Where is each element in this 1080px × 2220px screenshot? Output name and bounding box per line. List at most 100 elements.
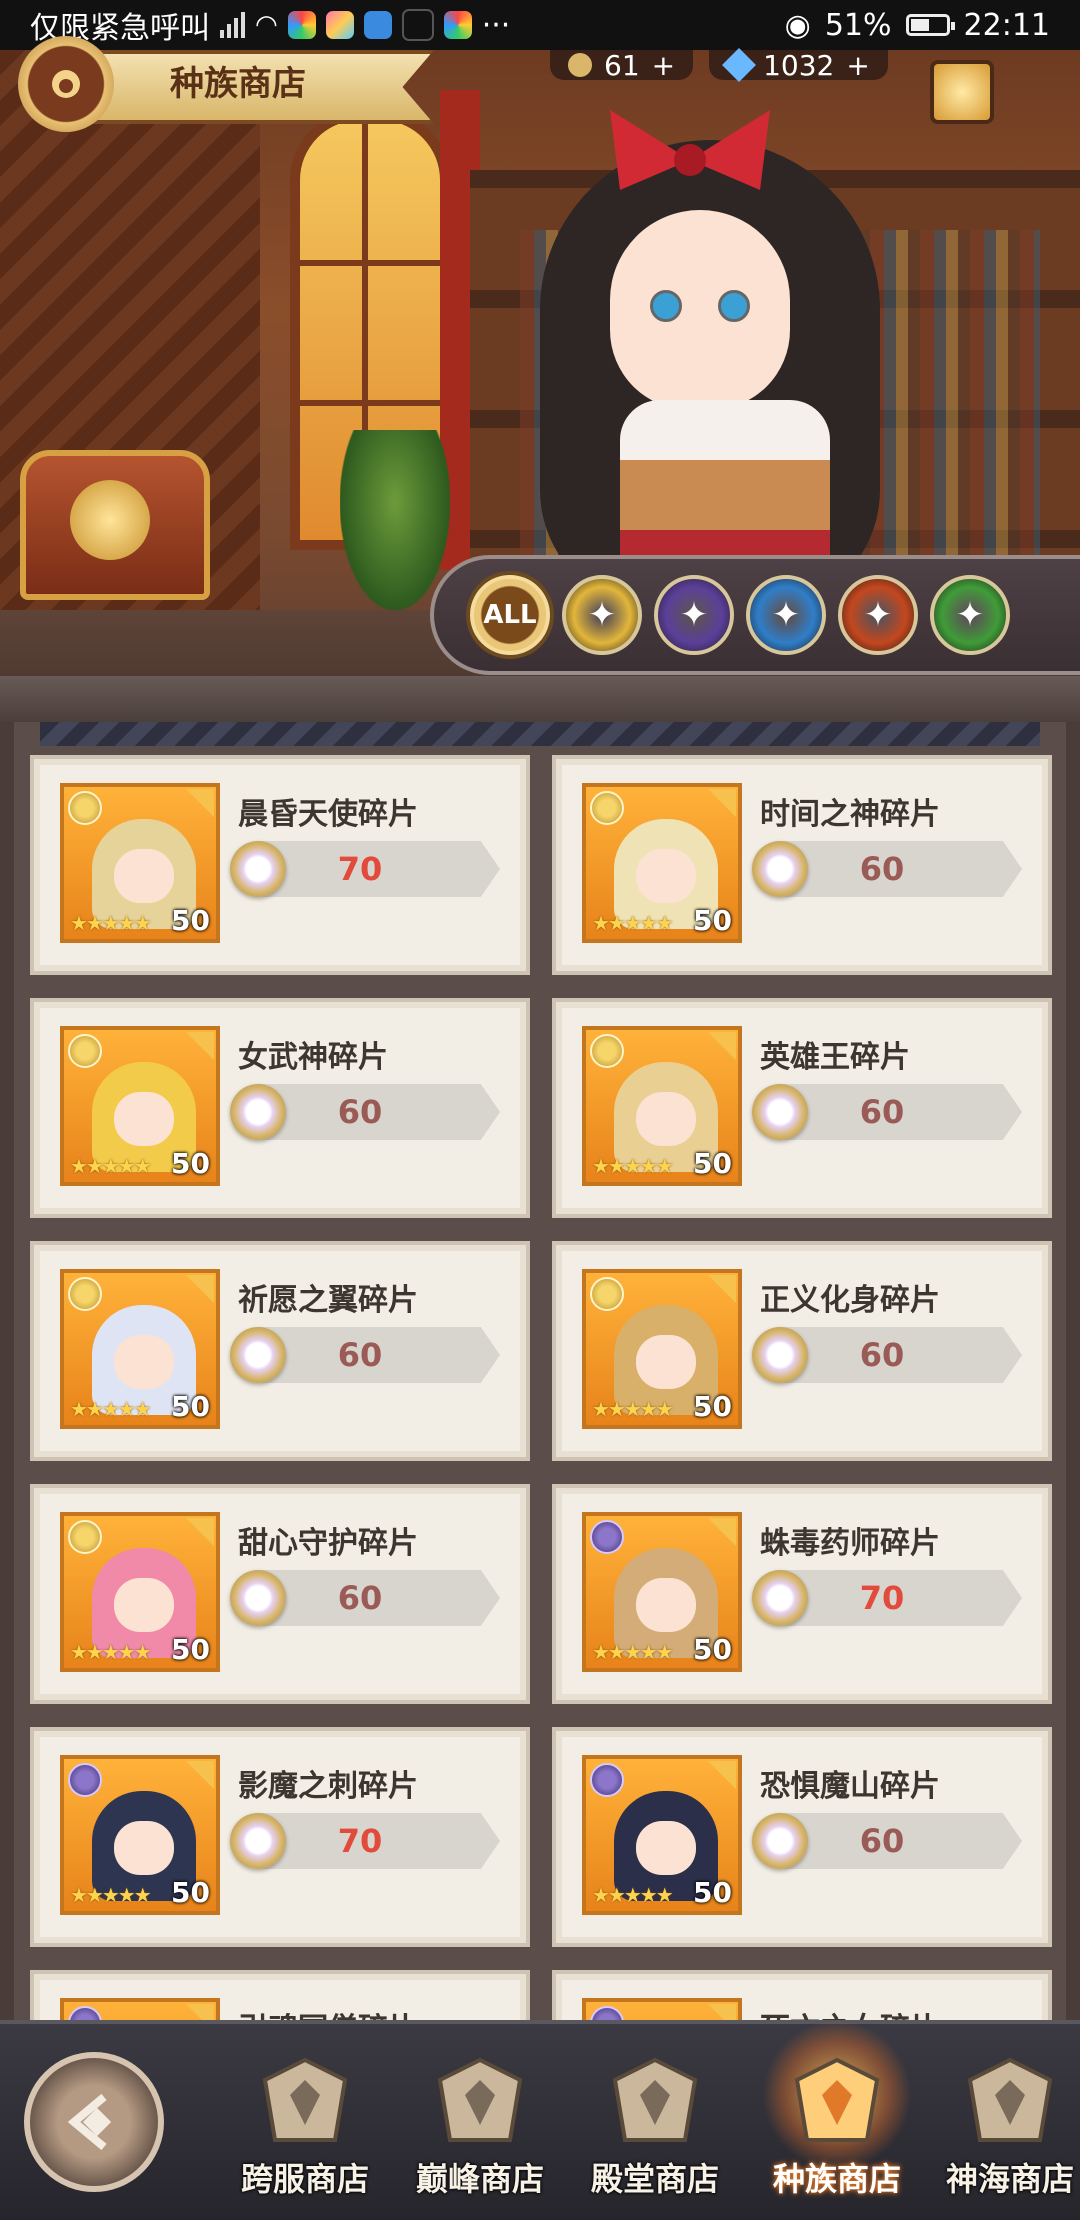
corner-tag-icon (186, 789, 214, 817)
hero-portrait: ★★★★★ 50 (582, 1755, 742, 1915)
hero-face (636, 1092, 696, 1146)
all-filter-label: ALL (483, 600, 537, 630)
shop-item-card[interactable]: ★★★★★ 50 正义化身碎片 60 (552, 1241, 1052, 1461)
corner-tag-icon (708, 1761, 736, 1789)
add-currency-1-button[interactable]: + (652, 49, 675, 82)
corner-tag-icon (186, 1275, 214, 1303)
add-currency-2-button[interactable]: + (846, 49, 869, 82)
back-button[interactable] (24, 2052, 164, 2192)
light-faction-icon: ✦ (587, 595, 617, 635)
app-icon-1 (287, 11, 316, 39)
shop-item-card[interactable]: ★★★★★ 50 甜心守护碎片 60 (30, 1484, 530, 1704)
hero-face (636, 849, 696, 903)
hero-portrait: ★★★★★ 50 (582, 1026, 742, 1186)
hero-face (114, 1092, 174, 1146)
star-rating-icon: ★★★★★ (70, 1883, 152, 1907)
shop-title: 种族商店 (170, 64, 306, 104)
star-rating-icon: ★★★★★ (592, 1154, 674, 1178)
corner-tag-icon (186, 1032, 214, 1060)
tiktok-icon (401, 9, 434, 41)
shop-item-card[interactable]: ★★★★★ 50 晨昏天使碎片 70 (30, 755, 530, 975)
hero-portrait: ★★★★★ 50 (60, 1755, 220, 1915)
star-rating-icon: ★★★★★ (70, 1397, 152, 1421)
light-faction-icon (68, 1034, 102, 1068)
item-price: 60 (337, 1093, 383, 1131)
dark-faction-icon (590, 1520, 624, 1554)
diamond-icon (722, 48, 757, 82)
currency-chip-2: 1032 + (709, 48, 888, 82)
item-name: 甜心守护碎片 (238, 1526, 418, 1561)
filter-dark-faction-button[interactable]: ✦ (654, 575, 734, 655)
currency-bar: 61 + 1032 + (550, 48, 888, 82)
corner-tag-icon (708, 789, 736, 817)
filter-light-faction-button[interactable]: ✦ (562, 575, 642, 655)
hero-level: 50 (171, 904, 210, 937)
item-price: 60 (337, 1336, 383, 1374)
cross-server-shop-icon (262, 2057, 348, 2142)
hero-level: 50 (171, 1390, 210, 1423)
item-name: 蛛毒药师碎片 (760, 1526, 940, 1561)
dark-faction-icon (590, 1763, 624, 1797)
light-faction-icon (68, 1277, 102, 1311)
hero-face (636, 1335, 696, 1389)
status-bar: 仅限紧急呼叫 ◠ ··· ◉ 51% 22:11 (0, 0, 1080, 50)
star-rating-icon: ★★★★★ (70, 911, 152, 935)
hero-portrait: ★★★★★ 50 (582, 1512, 742, 1672)
light-faction-icon (590, 1277, 624, 1311)
shop-item-card[interactable]: ★★★★★ 50 恐惧魔山碎片 60 (552, 1727, 1052, 1947)
shop-item-card[interactable]: ★★★★★ 50 女武神碎片 60 (30, 998, 530, 1218)
corner-tag-icon (708, 1275, 736, 1303)
wood-ledge (0, 676, 1080, 722)
item-name: 正义化身碎片 (760, 1283, 940, 1318)
light-faction-icon (590, 791, 624, 825)
nav-peak-shop[interactable]: 巅峰商店 (395, 2050, 565, 2220)
hero-face (114, 849, 174, 903)
nav-hall-shop[interactable]: 殿堂商店 (570, 2050, 740, 2220)
filter-human-faction-button[interactable]: ✦ (746, 575, 826, 655)
shop-item-card[interactable]: ★★★★★ 50 时间之神碎片 60 (552, 755, 1052, 975)
filter-all-button[interactable]: ALL (470, 575, 550, 655)
nav-race-shop[interactable]: 种族商店 (752, 2020, 922, 2220)
item-price: 60 (859, 850, 905, 888)
shop-item-card[interactable]: ★★★★★ 50 英雄王碎片 60 (552, 998, 1052, 1218)
hero-face (636, 1578, 696, 1632)
currency-1-value: 61 (604, 48, 640, 82)
shopkeeper-face (610, 210, 790, 410)
hero-portrait: ★★★★★ 50 (582, 1269, 742, 1429)
peak-shop-icon (437, 2057, 523, 2142)
star-rating-icon: ★★★★★ (592, 1640, 674, 1664)
item-price: 60 (337, 1579, 383, 1617)
star-rating-icon: ★★★★★ (70, 1640, 152, 1664)
red-bow-icon (610, 110, 770, 190)
race-coin-icon (568, 53, 592, 77)
dark-faction-icon (68, 1763, 102, 1797)
battery-icon (905, 14, 955, 36)
item-name: 影魔之刺碎片 (238, 1769, 418, 1804)
clock: 22:11 (963, 7, 1050, 43)
nav-cross-server-shop[interactable]: 跨服商店 (220, 2050, 390, 2220)
shop-item-card[interactable]: ★★★★★ 50 蛛毒药师碎片 70 (552, 1484, 1052, 1704)
star-rating-icon: ★★★★★ (592, 911, 674, 935)
wifi-icon: ◠ (255, 10, 278, 40)
corner-tag-icon (186, 1761, 214, 1789)
item-name: 晨昏天使碎片 (238, 797, 418, 832)
hero-portrait: ★★★★★ 50 (60, 1269, 220, 1429)
more-icon: ··· (481, 7, 511, 43)
light-faction-icon (590, 1034, 624, 1068)
nav-label: 殿堂商店 (590, 2160, 719, 2198)
hero-level: 50 (693, 1876, 732, 1909)
filter-elf-faction-button[interactable]: ✦ (930, 575, 1010, 655)
hero-portrait: ★★★★★ 50 (582, 783, 742, 943)
nav-god-sea-shop[interactable]: 神海商店 (925, 2050, 1080, 2220)
nav-label: 种族商店 (772, 2160, 901, 2198)
chest-emblem-icon (70, 480, 150, 560)
shop-item-card[interactable]: ★★★★★ 50 祈愿之翼碎片 60 (30, 1241, 530, 1461)
hero-face (114, 1335, 174, 1389)
shop-item-card[interactable]: ★★★★★ 50 影魔之刺碎片 70 (30, 1727, 530, 1947)
corner-tag-icon (708, 1518, 736, 1546)
nav-label: 跨服商店 (240, 2160, 369, 2198)
filter-orc-faction-button[interactable]: ✦ (838, 575, 918, 655)
back-arrow-icon (67, 2093, 112, 2151)
item-name: 祈愿之翼碎片 (238, 1283, 418, 1318)
app-icon-2 (325, 11, 354, 39)
